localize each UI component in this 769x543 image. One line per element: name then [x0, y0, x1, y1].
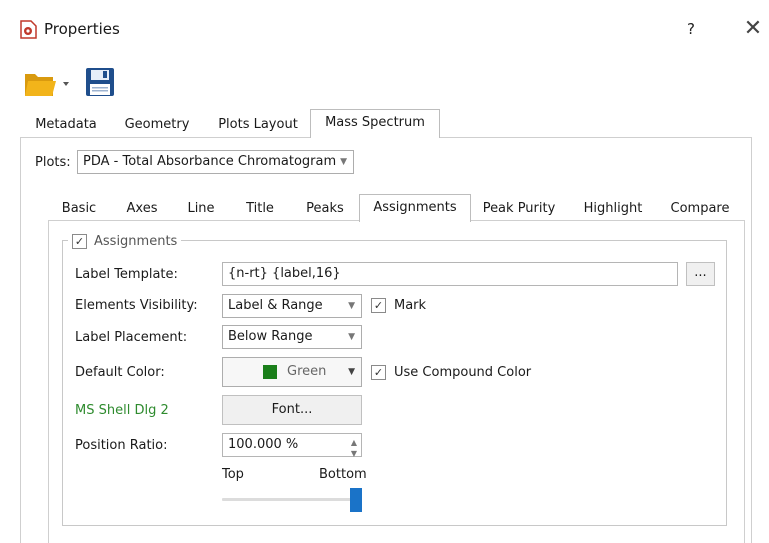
elements-visibility-label: Elements Visibility:	[75, 298, 198, 313]
use-compound-color-label: Use Compound Color	[394, 365, 532, 380]
chevron-down-icon: ▼	[348, 332, 355, 342]
font-button[interactable]: Font...	[222, 395, 362, 425]
default-color-select[interactable]: Green ▼	[222, 357, 362, 387]
close-button[interactable]: ✕	[740, 16, 766, 42]
chevron-down-icon: ▼	[348, 367, 355, 377]
label-placement-label: Label Placement:	[75, 330, 188, 345]
chevron-down-icon: ▼	[348, 301, 355, 311]
position-ratio-label: Position Ratio:	[75, 438, 168, 453]
browse-button[interactable]: ...	[686, 262, 715, 286]
slider-track	[222, 498, 362, 501]
top-tab-bar: Metadata Geometry Plots Layout Mass Spec…	[20, 109, 750, 138]
tab-line[interactable]: Line	[180, 196, 222, 221]
window-title: Properties	[44, 20, 120, 38]
use-compound-color-checkbox[interactable]: ✓	[371, 365, 386, 380]
tab-geometry[interactable]: Geometry	[118, 112, 196, 137]
label-template-label: Label Template:	[75, 267, 178, 282]
tab-title[interactable]: Title	[236, 196, 284, 221]
tab-mass-spectrum[interactable]: Mass Spectrum	[310, 109, 440, 138]
help-button[interactable]: ?	[680, 18, 702, 40]
save-button[interactable]	[85, 67, 115, 97]
open-folder-button[interactable]	[24, 70, 72, 98]
font-name-label: MS Shell Dlg 2	[75, 403, 169, 418]
position-ratio-input[interactable]: 100.000 % ▲ ▼	[222, 433, 362, 458]
label-template-input[interactable]: {n-rt} {label,16}	[222, 262, 678, 286]
position-slider[interactable]	[222, 488, 362, 512]
plots-select[interactable]: PDA - Total Absorbance Chromatogram ▼	[77, 150, 354, 174]
properties-dialog: Properties ? ✕ Metadata Geometry Plots L…	[0, 0, 769, 543]
save-icon	[86, 68, 114, 96]
label-placement-value: Below Range	[228, 329, 313, 344]
tab-peak-purity[interactable]: Peak Purity	[476, 196, 562, 221]
chevron-down-icon: ▼	[340, 157, 347, 167]
tab-plots-layout[interactable]: Plots Layout	[210, 112, 306, 137]
mark-checkbox[interactable]: ✓	[371, 298, 386, 313]
tab-compare[interactable]: Compare	[664, 196, 736, 221]
mark-label: Mark	[394, 298, 427, 313]
elements-visibility-value: Label & Range	[228, 298, 323, 313]
folder-icon	[25, 74, 69, 96]
tab-peaks[interactable]: Peaks	[297, 196, 353, 221]
slider-max-label: Bottom	[319, 467, 367, 482]
assignments-group-label: Assignments	[94, 233, 178, 249]
label-placement-select[interactable]: Below Range ▼	[222, 325, 362, 349]
plots-label: Plots:	[35, 155, 71, 170]
elements-visibility-select[interactable]: Label & Range ▼	[222, 294, 362, 318]
default-color-value: Green	[287, 364, 327, 379]
position-ratio-value: 100.000 %	[228, 437, 299, 452]
assignments-group-header: ✓ Assignments	[68, 232, 182, 250]
assignments-checkbox[interactable]: ✓	[72, 233, 87, 249]
slider-thumb[interactable]	[350, 488, 362, 512]
spin-down-icon[interactable]: ▼	[351, 443, 357, 465]
tab-assignments[interactable]: Assignments	[359, 194, 471, 222]
tab-highlight[interactable]: Highlight	[576, 196, 650, 221]
app-icon	[20, 20, 37, 39]
plots-value: PDA - Total Absorbance Chromatogram	[83, 154, 337, 169]
slider-min-label: Top	[222, 467, 244, 482]
color-swatch	[263, 365, 277, 379]
tab-metadata[interactable]: Metadata	[28, 112, 104, 137]
default-color-label: Default Color:	[75, 365, 165, 380]
tab-basic[interactable]: Basic	[56, 196, 102, 221]
tab-axes[interactable]: Axes	[118, 196, 166, 221]
